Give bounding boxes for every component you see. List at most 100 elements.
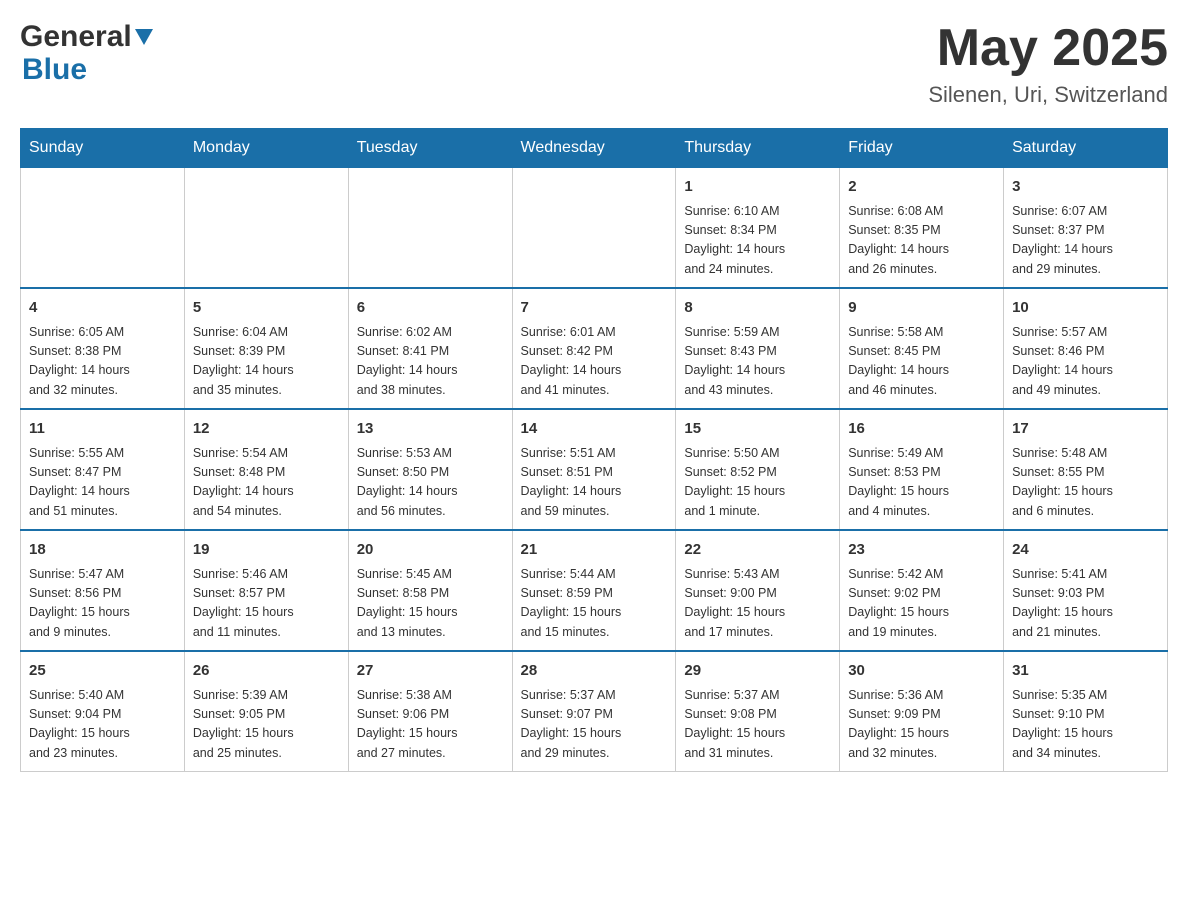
calendar-day-cell: 11 Sunrise: 5:55 AM Sunset: 8:47 PM Dayli… (21, 409, 185, 530)
day-info: Sunrise: 5:39 AM Sunset: 9:05 PM Dayligh… (193, 686, 340, 764)
logo-blue-text: Blue (22, 53, 87, 86)
calendar-day-cell: 22 Sunrise: 5:43 AM Sunset: 9:00 PM Dayli… (676, 530, 840, 651)
weekday-header-saturday: Saturday (1004, 129, 1168, 168)
calendar-day-cell: 9Sunrise: 5:58 AM Sunset: 8:45 PM Daylig… (840, 288, 1004, 409)
day-info: Sunrise: 5:59 AM Sunset: 8:43 PM Dayligh… (684, 323, 831, 401)
calendar-day-cell: 6 Sunrise: 6:02 AM Sunset: 8:41 PM Daylig… (348, 288, 512, 409)
calendar-day-cell: 30 Sunrise: 5:36 AM Sunset: 9:09 PM Dayli… (840, 651, 1004, 772)
calendar-day-cell: 26 Sunrise: 5:39 AM Sunset: 9:05 PM Dayli… (184, 651, 348, 772)
calendar-day-cell: 16 Sunrise: 5:49 AM Sunset: 8:53 PM Dayli… (840, 409, 1004, 530)
day-info: Sunrise: 5:45 AM Sunset: 8:58 PM Dayligh… (357, 565, 504, 643)
weekday-header-friday: Friday (840, 129, 1004, 168)
day-number: 28 (521, 660, 668, 683)
day-number: 29 (684, 660, 831, 683)
day-info: Sunrise: 5:48 AM Sunset: 8:55 PM Dayligh… (1012, 444, 1159, 522)
day-info: Sunrise: 5:53 AM Sunset: 8:50 PM Dayligh… (357, 444, 504, 522)
day-number: 26 (193, 660, 340, 683)
weekday-header-thursday: Thursday (676, 129, 840, 168)
logo-triangle-icon (135, 29, 153, 45)
day-info: Sunrise: 5:54 AM Sunset: 8:48 PM Dayligh… (193, 444, 340, 522)
day-number: 11 (29, 418, 176, 441)
day-info: Sunrise: 5:37 AM Sunset: 9:08 PM Dayligh… (684, 686, 831, 764)
calendar-day-cell: 19Sunrise: 5:46 AM Sunset: 8:57 PM Dayli… (184, 530, 348, 651)
calendar-day-cell: 3 Sunrise: 6:07 AM Sunset: 8:37 PM Daylig… (1004, 168, 1168, 289)
day-number: 25 (29, 660, 176, 683)
day-info: Sunrise: 6:02 AM Sunset: 8:41 PM Dayligh… (357, 323, 504, 401)
day-number: 27 (357, 660, 504, 683)
logo-general-text: General (20, 20, 132, 53)
day-info: Sunrise: 5:57 AM Sunset: 8:46 PM Dayligh… (1012, 323, 1159, 401)
day-number: 23 (848, 539, 995, 562)
calendar-day-cell: 20 Sunrise: 5:45 AM Sunset: 8:58 PM Dayli… (348, 530, 512, 651)
day-info: Sunrise: 6:07 AM Sunset: 8:37 PM Dayligh… (1012, 202, 1159, 280)
day-info: Sunrise: 5:49 AM Sunset: 8:53 PM Dayligh… (848, 444, 995, 522)
calendar-week-row: 18 Sunrise: 5:47 AM Sunset: 8:56 PM Dayli… (21, 530, 1168, 651)
day-number: 22 (684, 539, 831, 562)
location-subtitle: Silenen, Uri, Switzerland (928, 82, 1168, 108)
calendar-day-cell (184, 168, 348, 289)
calendar-day-cell: 14 Sunrise: 5:51 AM Sunset: 8:51 PM Dayli… (512, 409, 676, 530)
day-info: Sunrise: 6:04 AM Sunset: 8:39 PM Dayligh… (193, 323, 340, 401)
calendar-day-cell: 2Sunrise: 6:08 AM Sunset: 8:35 PM Daylig… (840, 168, 1004, 289)
day-info: Sunrise: 5:42 AM Sunset: 9:02 PM Dayligh… (848, 565, 995, 643)
day-number: 7 (521, 297, 668, 320)
calendar-day-cell: 1 Sunrise: 6:10 AM Sunset: 8:34 PM Daylig… (676, 168, 840, 289)
calendar-day-cell: 15Sunrise: 5:50 AM Sunset: 8:52 PM Dayli… (676, 409, 840, 530)
day-number: 18 (29, 539, 176, 562)
day-number: 20 (357, 539, 504, 562)
day-info: Sunrise: 6:05 AM Sunset: 8:38 PM Dayligh… (29, 323, 176, 401)
weekday-header-tuesday: Tuesday (348, 129, 512, 168)
month-year-title: May 2025 (928, 20, 1168, 77)
calendar-day-cell: 21 Sunrise: 5:44 AM Sunset: 8:59 PM Dayli… (512, 530, 676, 651)
day-number: 4 (29, 297, 176, 320)
weekday-header-wednesday: Wednesday (512, 129, 676, 168)
day-number: 3 (1012, 176, 1159, 199)
calendar-day-cell: 5 Sunrise: 6:04 AM Sunset: 8:39 PM Daylig… (184, 288, 348, 409)
day-info: Sunrise: 5:40 AM Sunset: 9:04 PM Dayligh… (29, 686, 176, 764)
calendar-day-cell: 29 Sunrise: 5:37 AM Sunset: 9:08 PM Dayli… (676, 651, 840, 772)
day-number: 15 (684, 418, 831, 441)
day-info: Sunrise: 5:51 AM Sunset: 8:51 PM Dayligh… (521, 444, 668, 522)
calendar-day-cell: 25 Sunrise: 5:40 AM Sunset: 9:04 PM Dayli… (21, 651, 185, 772)
day-info: Sunrise: 5:47 AM Sunset: 8:56 PM Dayligh… (29, 565, 176, 643)
day-info: Sunrise: 5:58 AM Sunset: 8:45 PM Dayligh… (848, 323, 995, 401)
day-number: 8 (684, 297, 831, 320)
calendar-header-row: SundayMondayTuesdayWednesdayThursdayFrid… (21, 129, 1168, 168)
day-info: Sunrise: 5:36 AM Sunset: 9:09 PM Dayligh… (848, 686, 995, 764)
day-number: 1 (684, 176, 831, 199)
calendar-day-cell: 13Sunrise: 5:53 AM Sunset: 8:50 PM Dayli… (348, 409, 512, 530)
calendar-day-cell: 31Sunrise: 5:35 AM Sunset: 9:10 PM Dayli… (1004, 651, 1168, 772)
calendar-day-cell: 27Sunrise: 5:38 AM Sunset: 9:06 PM Dayli… (348, 651, 512, 772)
day-number: 10 (1012, 297, 1159, 320)
calendar-day-cell: 7Sunrise: 6:01 AM Sunset: 8:42 PM Daylig… (512, 288, 676, 409)
day-number: 5 (193, 297, 340, 320)
day-info: Sunrise: 6:10 AM Sunset: 8:34 PM Dayligh… (684, 202, 831, 280)
calendar-week-row: 11 Sunrise: 5:55 AM Sunset: 8:47 PM Dayli… (21, 409, 1168, 530)
day-number: 12 (193, 418, 340, 441)
calendar-day-cell: 18 Sunrise: 5:47 AM Sunset: 8:56 PM Dayli… (21, 530, 185, 651)
day-number: 17 (1012, 418, 1159, 441)
day-info: Sunrise: 6:08 AM Sunset: 8:35 PM Dayligh… (848, 202, 995, 280)
day-number: 21 (521, 539, 668, 562)
day-number: 16 (848, 418, 995, 441)
day-info: Sunrise: 5:37 AM Sunset: 9:07 PM Dayligh… (521, 686, 668, 764)
calendar-day-cell: 10 Sunrise: 5:57 AM Sunset: 8:46 PM Dayli… (1004, 288, 1168, 409)
weekday-header-monday: Monday (184, 129, 348, 168)
page-header: General Blue May 2025 Silenen, Uri, Swit… (20, 20, 1168, 108)
day-info: Sunrise: 5:55 AM Sunset: 8:47 PM Dayligh… (29, 444, 176, 522)
day-info: Sunrise: 5:41 AM Sunset: 9:03 PM Dayligh… (1012, 565, 1159, 643)
calendar-day-cell: 8 Sunrise: 5:59 AM Sunset: 8:43 PM Daylig… (676, 288, 840, 409)
calendar-week-row: 1 Sunrise: 6:10 AM Sunset: 8:34 PM Daylig… (21, 168, 1168, 289)
logo: General Blue (20, 20, 153, 86)
day-info: Sunrise: 5:43 AM Sunset: 9:00 PM Dayligh… (684, 565, 831, 643)
weekday-header-sunday: Sunday (21, 129, 185, 168)
day-info: Sunrise: 5:44 AM Sunset: 8:59 PM Dayligh… (521, 565, 668, 643)
day-number: 6 (357, 297, 504, 320)
day-number: 31 (1012, 660, 1159, 683)
calendar-day-cell (21, 168, 185, 289)
calendar-week-row: 25 Sunrise: 5:40 AM Sunset: 9:04 PM Dayli… (21, 651, 1168, 772)
day-number: 30 (848, 660, 995, 683)
calendar-table: SundayMondayTuesdayWednesdayThursdayFrid… (20, 128, 1168, 772)
calendar-day-cell: 28 Sunrise: 5:37 AM Sunset: 9:07 PM Dayli… (512, 651, 676, 772)
day-number: 14 (521, 418, 668, 441)
